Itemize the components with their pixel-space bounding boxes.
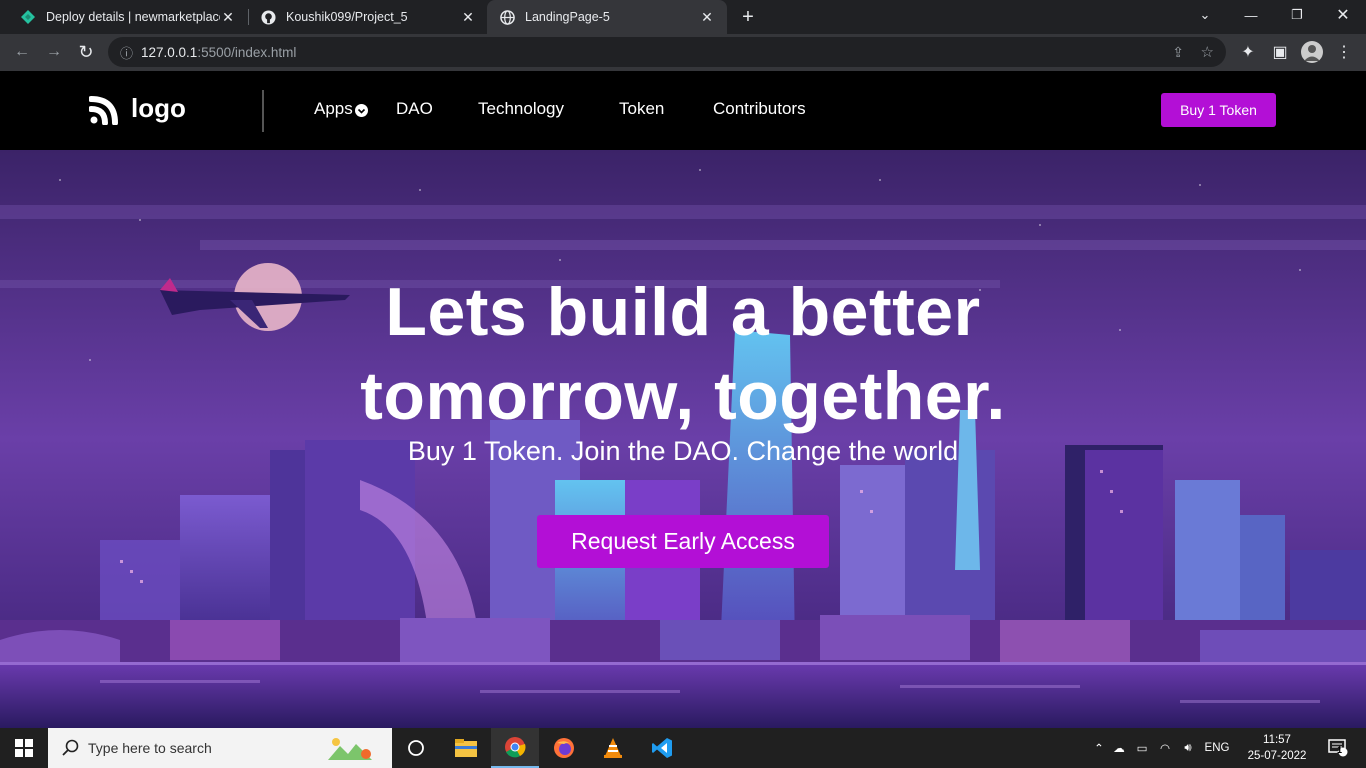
extensions-icon[interactable]: ✦ (1234, 38, 1262, 66)
buy-token-button[interactable]: Buy 1 Token (1161, 93, 1276, 127)
language-indicator[interactable]: ENG (1200, 742, 1234, 754)
chrome-taskbar-icon[interactable] (491, 728, 539, 768)
search-highlight-icon (326, 734, 374, 765)
new-tab-button[interactable]: + (736, 5, 760, 29)
system-tray: ⌃ ☁ ▭ ◠ 🔊︎ ENG (1090, 728, 1234, 768)
nav-divider (262, 90, 264, 132)
site-navbar: logo Apps DAO Technology Token Contribut… (0, 71, 1366, 150)
onedrive-cloud-icon[interactable]: ☁ (1108, 741, 1130, 755)
close-tab-icon[interactable]: ✕ (460, 9, 476, 25)
vscode-icon[interactable] (638, 728, 686, 768)
back-button[interactable]: ← (8, 38, 36, 66)
battery-icon[interactable]: ▭ (1130, 741, 1154, 755)
browser-toolbar: ← → ↻ ⓘ 127.0.0.1:5500/index.html ⇪ ☆ ✦ … (0, 34, 1366, 71)
address-bar[interactable]: ⓘ 127.0.0.1:5500/index.html ⇪ ☆ (108, 37, 1226, 67)
hero-headline-line2: tomorrow, together. (360, 358, 1006, 434)
bookmark-star-icon[interactable]: ☆ (1201, 43, 1214, 61)
taskbar-search-box[interactable]: Type here to search (48, 728, 392, 768)
hero-section: Lets build a better tomorrow, together. … (0, 150, 1366, 728)
tab-github-project[interactable]: Koushik099/Project_5 ✕ (248, 0, 488, 34)
restore-button[interactable]: ❐ (1274, 0, 1320, 30)
forward-button[interactable]: → (40, 38, 68, 66)
landing-page: logo Apps DAO Technology Token Contribut… (0, 71, 1366, 728)
chevron-up-icon[interactable]: ⌃ (1090, 741, 1108, 755)
tab-landing-page[interactable]: LandingPage-5 ✕ (487, 0, 727, 34)
browser-tab-strip: Deploy details | newmarketplace ✕ Koushi… (0, 0, 1366, 34)
site-logo[interactable]: logo (89, 91, 186, 125)
profile-avatar[interactable] (1298, 38, 1326, 66)
task-view-icon[interactable] (392, 728, 440, 768)
close-tab-icon[interactable]: ✕ (699, 9, 715, 25)
wifi-icon[interactable]: ◠ (1154, 741, 1176, 755)
minimize-button[interactable]: — (1228, 0, 1274, 30)
nav-dao[interactable]: DAO (396, 99, 433, 119)
share-icon[interactable]: ⇪ (1172, 44, 1184, 61)
notification-center-icon[interactable]: 1 (1320, 728, 1356, 768)
notification-badge: 1 (1337, 745, 1343, 755)
windows-taskbar: Type here to search ⌃ ☁ ▭ ◠ 🔊︎ ENG 11:57… (0, 728, 1366, 768)
hero-headline-line1: Lets build a better (385, 274, 981, 350)
firefox-icon[interactable] (540, 728, 588, 768)
windows-start-icon[interactable] (0, 728, 48, 768)
chevron-down-icon (354, 103, 368, 117)
close-tab-icon[interactable]: ✕ (220, 9, 236, 25)
hero-subline: Buy 1 Token. Join the DAO. Change the wo… (407, 436, 959, 466)
file-explorer-icon[interactable] (442, 728, 490, 768)
netlify-icon (20, 9, 36, 25)
menu-kebab-icon[interactable]: ⋮ (1330, 38, 1358, 66)
volume-icon[interactable]: 🔊︎ (1176, 742, 1200, 755)
globe-icon (499, 9, 515, 25)
site-info-icon[interactable]: ⓘ (120, 43, 133, 62)
github-icon (260, 9, 276, 25)
request-early-access-button[interactable]: Request Early Access (537, 515, 829, 568)
vlc-icon[interactable] (589, 728, 637, 768)
tab-search-chevron-icon[interactable]: ⌄ (1182, 0, 1228, 30)
tab-deploy-details[interactable]: Deploy details | newmarketplace ✕ (8, 0, 248, 34)
reload-button[interactable]: ↻ (72, 38, 100, 66)
nav-technology[interactable]: Technology (478, 99, 564, 119)
rss-logo-icon (89, 96, 118, 125)
close-window-button[interactable]: ✕ (1320, 0, 1366, 30)
nav-contributors[interactable]: Contributors (713, 99, 806, 119)
nav-token[interactable]: Token (619, 99, 664, 119)
nav-apps[interactable]: Apps (314, 99, 368, 119)
side-panel-icon[interactable]: ▣ (1266, 38, 1294, 66)
search-icon (62, 739, 80, 760)
clock[interactable]: 11:57 25-07-2022 (1244, 728, 1310, 768)
